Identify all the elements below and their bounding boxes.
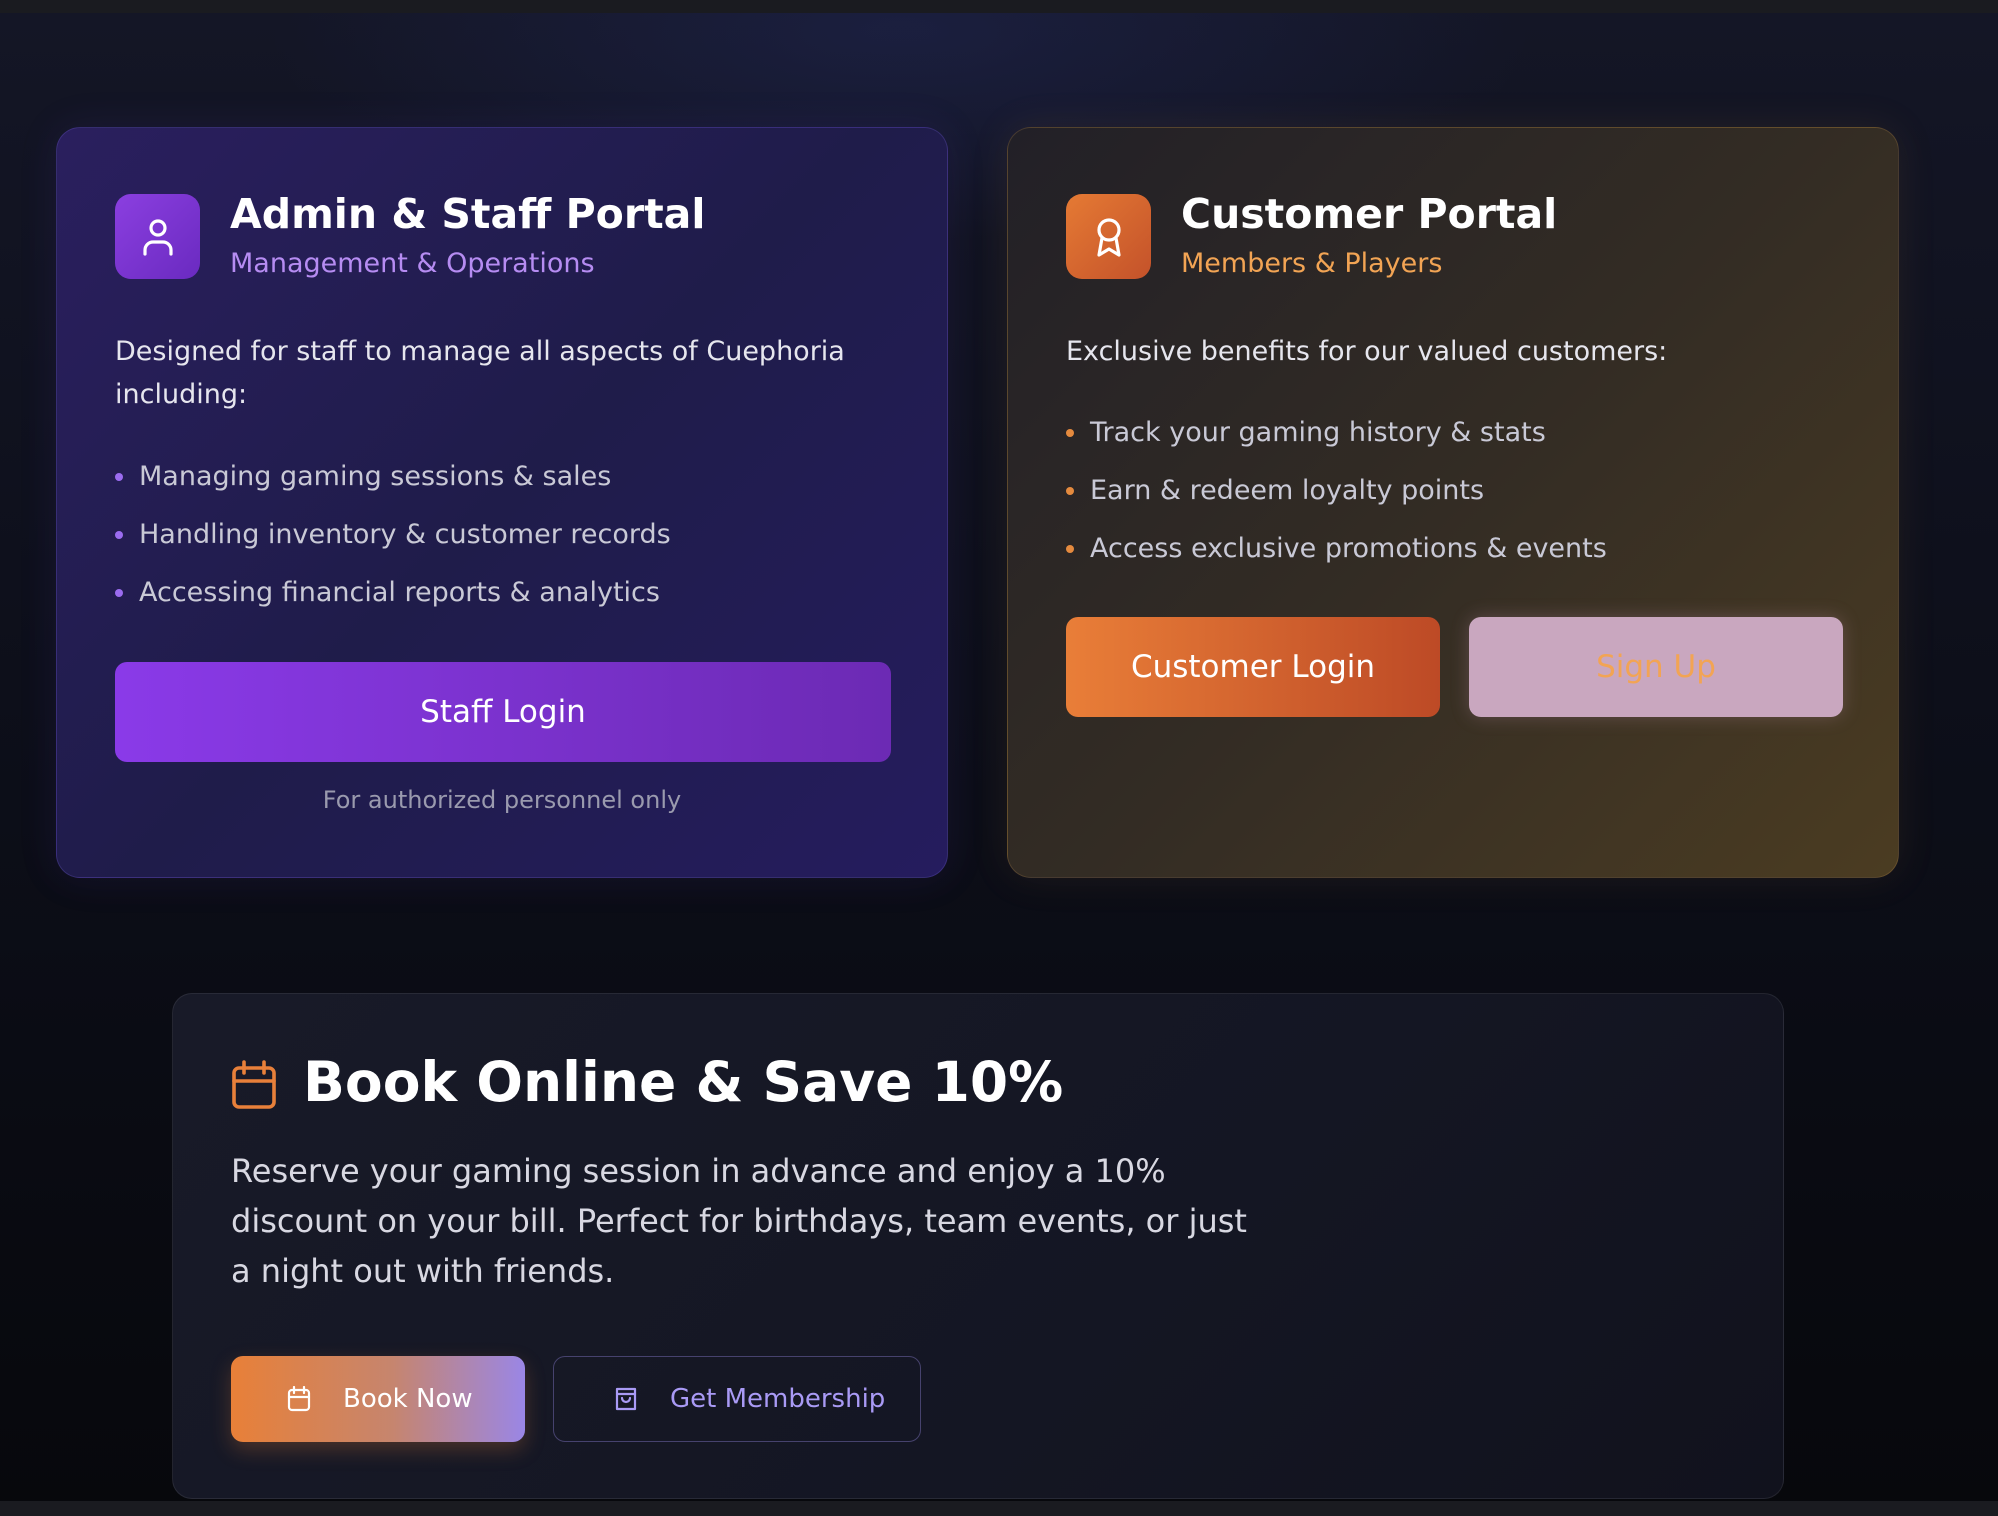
staff-login-note: For authorized personnel only bbox=[322, 786, 682, 814]
bullet-dot bbox=[115, 473, 123, 481]
user-icon bbox=[115, 194, 200, 279]
customer-card-description: Exclusive benefits for our valued custom… bbox=[1066, 336, 1668, 367]
book-now-button[interactable]: Book Now bbox=[231, 1356, 525, 1442]
bullet-dot bbox=[115, 589, 123, 597]
bullet-dot bbox=[1066, 429, 1074, 437]
award-icon bbox=[1066, 194, 1151, 279]
admin-card-subtitle: Management & Operations bbox=[230, 248, 595, 279]
top-bar bbox=[0, 0, 1998, 13]
bottom-bar bbox=[0, 1501, 1998, 1516]
customer-card-subtitle: Members & Players bbox=[1181, 248, 1443, 279]
admin-feature-list: Managing gaming sessions & sales Handlin… bbox=[115, 448, 671, 622]
list-item-text: Handling inventory & customer records bbox=[139, 519, 671, 550]
list-item-text: Managing gaming sessions & sales bbox=[139, 461, 612, 492]
bullet-dot bbox=[1066, 545, 1074, 553]
book-online-card: Book Online & Save 10% Reserve your gami… bbox=[172, 993, 1784, 1499]
list-item: Earn & redeem loyalty points bbox=[1066, 462, 1607, 520]
book-description: Reserve your gaming session in advance a… bbox=[231, 1152, 1247, 1290]
book-now-label: Book Now bbox=[343, 1384, 473, 1414]
book-title: Book Online & Save 10% bbox=[303, 1050, 1064, 1114]
list-item: Track your gaming history & stats bbox=[1066, 404, 1607, 462]
sign-up-button[interactable]: Sign Up bbox=[1469, 617, 1843, 717]
admin-card-title: Admin & Staff Portal bbox=[230, 190, 706, 238]
get-membership-label: Get Membership bbox=[670, 1384, 886, 1414]
list-item-text: Earn & redeem loyalty points bbox=[1090, 475, 1485, 506]
list-item-text: Track your gaming history & stats bbox=[1090, 417, 1546, 448]
customer-benefit-list: Track your gaming history & stats Earn &… bbox=[1066, 404, 1607, 578]
list-item: Handling inventory & customer records bbox=[115, 506, 671, 564]
list-item-text: Accessing financial reports & analytics bbox=[139, 577, 660, 608]
bullet-dot bbox=[115, 531, 123, 539]
customer-login-button[interactable]: Customer Login bbox=[1066, 617, 1440, 717]
list-item: Accessing financial reports & analytics bbox=[115, 564, 671, 622]
calendar-icon bbox=[232, 1060, 276, 1109]
list-item-text: Access exclusive promotions & events bbox=[1090, 533, 1607, 564]
list-item: Managing gaming sessions & sales bbox=[115, 448, 671, 506]
customer-portal-card: Customer Portal Members & Players Exclus… bbox=[1007, 127, 1899, 878]
admin-staff-card: Admin & Staff Portal Management & Operat… bbox=[56, 127, 948, 878]
list-item: Access exclusive promotions & events bbox=[1066, 520, 1607, 578]
page: Admin & Staff Portal Management & Operat… bbox=[0, 0, 1998, 1516]
admin-card-description: Designed for staff to manage all aspects… bbox=[115, 336, 845, 410]
get-membership-button[interactable]: Get Membership bbox=[553, 1356, 921, 1442]
customer-card-title: Customer Portal bbox=[1181, 190, 1558, 238]
shopping-bag-icon bbox=[614, 1386, 638, 1412]
staff-login-button[interactable]: Staff Login bbox=[115, 662, 891, 762]
bullet-dot bbox=[1066, 487, 1074, 495]
calendar-icon bbox=[287, 1386, 311, 1412]
